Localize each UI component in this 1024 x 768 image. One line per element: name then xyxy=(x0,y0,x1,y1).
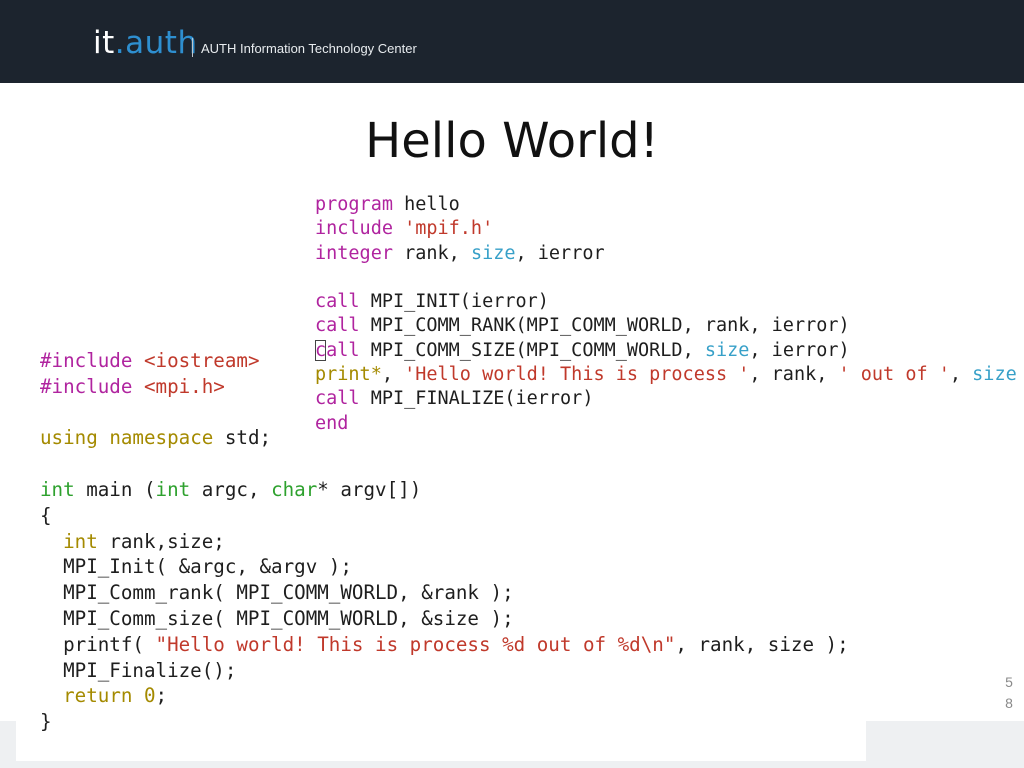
code-line: MPI_Init( &argc, &argv ); xyxy=(40,555,352,579)
code-line: MPI_Comm_rank( MPI_COMM_WORLD, &rank ); xyxy=(40,581,514,605)
code-line: #include <mpi.h> xyxy=(40,374,225,398)
logo-it-text: it xyxy=(93,25,115,61)
code-line: #include <iostream> xyxy=(40,349,260,372)
page-number: 58 xyxy=(1000,672,1018,714)
header-bar: it.auth AUTH Information Technology Cent… xyxy=(0,0,1024,83)
code-line: integer rank, size, ierror xyxy=(315,242,605,264)
code-line: { xyxy=(40,503,52,527)
it-auth-logo: it.auth xyxy=(93,24,198,62)
code-line: int main (int argc, char* argv[]) xyxy=(40,477,422,501)
page-number-digit: 8 xyxy=(1005,695,1013,711)
code-line: } xyxy=(40,710,52,734)
code-line: printf( "Hello world! This is process %d… xyxy=(40,632,849,656)
code-line: return 0; xyxy=(63,684,168,708)
header-subtitle: AUTH Information Technology Center xyxy=(201,41,417,56)
code-line: include 'mpif.h' xyxy=(315,218,494,240)
code-line: call MPI_COMM_RANK(MPI_COMM_WORLD, rank,… xyxy=(315,315,850,337)
code-line: call MPI_INIT(ierror) xyxy=(315,291,549,313)
page-number-digit: 5 xyxy=(1005,674,1013,690)
logo-dot: . xyxy=(114,25,126,61)
cpp-code-block: #include <iostream> #include <mpi.h> usin… xyxy=(40,348,849,735)
header-separator xyxy=(192,38,193,57)
code-line: int rank,size; xyxy=(63,529,225,553)
slide-title: Hello World! xyxy=(365,113,659,169)
code-line: MPI_Finalize(); xyxy=(40,658,237,682)
code-line: using namespace std; xyxy=(40,426,272,450)
code-line: program hello xyxy=(315,194,460,215)
code-line: MPI_Comm_size( MPI_COMM_WORLD, &size ); xyxy=(40,606,514,630)
logo-auth-text: auth xyxy=(125,25,198,61)
